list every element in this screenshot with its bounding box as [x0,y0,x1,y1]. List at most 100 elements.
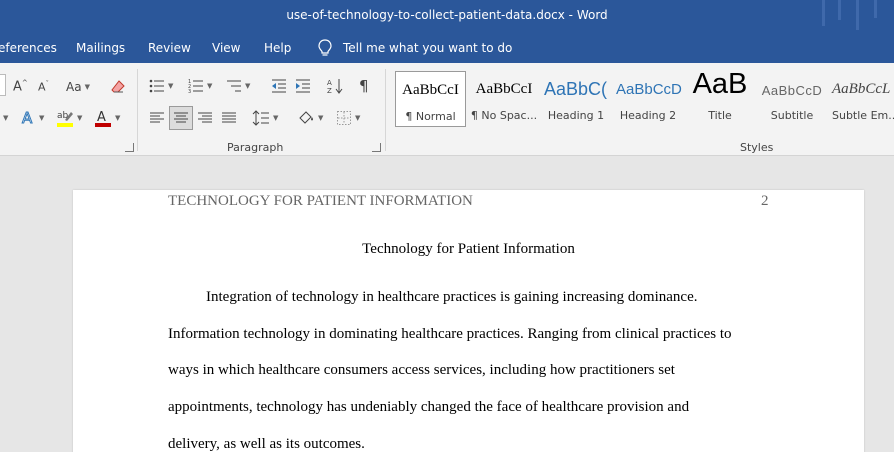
style-sample: AaBbCcL [832,81,891,97]
svg-text:3: 3 [188,89,191,94]
chevron-down-icon: ▼ [115,114,121,122]
style-sample: AaB [692,71,748,100]
tab-review[interactable]: Review [148,41,191,55]
shading-button[interactable]: ▼ [297,107,323,129]
style-name: ¶ Normal [405,110,456,123]
style-sample: AaBbCcD [616,81,682,98]
text-effects-button[interactable]: ▼ [0,107,8,129]
sort-az-icon: AZ [327,79,343,95]
align-center-button[interactable] [169,106,193,130]
running-header: TECHNOLOGY FOR PATIENT INFORMATION [168,193,473,209]
svg-text:A: A [327,79,332,87]
increase-indent-button[interactable] [295,75,311,97]
style-subtle-emphasis[interactable]: AaBbCcL Subtle Em... [829,71,894,127]
style-subtitle[interactable]: AaBbCcD Subtitle [757,71,827,127]
tell-me-label: Tell me what you want to do [343,41,513,55]
titlebar-pattern [874,0,877,18]
style-name: Title [708,109,732,122]
line-spacing-button[interactable]: ▼ [252,107,278,129]
lightbulb-icon [318,39,332,56]
multilevel-list-icon [227,80,241,92]
borders-button[interactable]: ▼ [336,107,360,129]
tab-help[interactable]: Help [264,41,291,55]
decrease-indent-button[interactable] [271,75,287,97]
justify-button[interactable] [221,107,237,129]
align-right-button[interactable] [197,107,213,129]
shrink-font-icon: Aˇ [38,80,50,94]
text-effects-dropdown[interactable]: A ▼ [20,107,45,129]
style-sample: AaBbCcI [475,81,533,97]
titlebar-pattern [822,0,825,26]
change-case-button[interactable]: Aa ▼ [66,76,90,98]
document-page[interactable]: TECHNOLOGY FOR PATIENT INFORMATION 2 Tec… [73,190,864,452]
font-color-icon: A [95,110,111,127]
tab-view[interactable]: View [212,41,240,55]
page-number: 2 [761,193,769,209]
paint-bucket-icon [299,111,313,124]
group-separator [385,69,386,151]
line-spacing-icon [252,110,269,126]
chevron-down-icon: ▼ [168,82,174,90]
paragraph-line: ways in which healthcare consumers acces… [168,362,675,378]
numbering-button[interactable]: 123 ▼ [188,75,212,97]
font-size-dropdown[interactable] [0,74,6,96]
paragraph-line: delivery, as well as its outcomes. [168,436,365,452]
chevron-down-icon: ▼ [318,114,324,122]
highlight-color-button[interactable]: ab ▼ [56,107,82,129]
chevron-down-icon: ▼ [355,114,361,122]
style-normal[interactable]: AaBbCcI ¶ Normal [395,71,466,127]
window-title: use-of-technology-to-collect-patient-dat… [286,8,608,22]
chevron-down-icon: ▼ [273,114,279,122]
align-right-icon [198,112,212,123]
chevron-down-icon: ▼ [207,82,213,90]
styles-gallery: AaBbCcI ¶ Normal AaBbCcI ¶ No Spac... Aa… [395,71,894,127]
font-color-button[interactable]: A ▼ [94,107,120,129]
eraser-icon [111,80,125,93]
tab-mailings[interactable]: Mailings [76,41,125,55]
chevron-down-icon: ▼ [84,83,90,91]
show-formatting-button[interactable]: ¶ [359,75,369,97]
svg-text:Z: Z [327,87,332,95]
style-name: Subtle Em... [832,109,894,122]
ribbon-tabs: eferences Mailings Review View Help Tell… [0,33,894,63]
style-heading-2[interactable]: AaBbCcD Heading 2 [613,71,683,127]
paragraph-group-label: Paragraph [227,141,284,154]
titlebar-pattern [856,0,859,30]
text-effects-icon: A [22,109,34,127]
style-name: Heading 1 [547,109,605,122]
style-no-spacing[interactable]: AaBbCcI ¶ No Spac... [469,71,539,127]
numbered-list-icon: 123 [188,79,203,94]
borders-icon [337,111,351,125]
font-dialog-launcher[interactable] [125,143,134,152]
decrease-indent-icon [272,79,286,93]
clear-formatting-button[interactable] [110,76,126,98]
justify-icon [222,112,236,123]
grow-font-icon: A^ [13,79,28,95]
align-left-button[interactable] [149,107,165,129]
chevron-down-icon: ▼ [245,82,251,90]
increase-indent-icon [296,79,310,93]
chevron-down-icon: ▼ [39,114,45,122]
align-center-icon [174,112,188,123]
change-case-label: Aa [66,80,82,94]
ribbon: A^ Aˇ Aa ▼ ▼ A ▼ ab ▼ A ▼ ▼ 1 2 3 ▼ ▼ A … [0,63,894,156]
multilevel-list-button[interactable]: ▼ [226,75,250,97]
tab-references[interactable]: eferences [0,41,57,55]
title-bar: use-of-technology-to-collect-patient-dat… [0,0,894,33]
styles-group-label: Styles [740,141,774,154]
shrink-font-button[interactable]: Aˇ [38,76,49,98]
style-sample: AaBbC( [544,79,608,99]
grow-font-button[interactable]: A^ [13,76,28,98]
style-heading-1[interactable]: AaBbC( Heading 1 [541,71,611,127]
chevron-down-icon: ▼ [77,114,83,122]
svg-text:A: A [22,109,33,127]
paragraph-dialog-launcher[interactable] [372,143,381,152]
align-left-icon [150,112,164,123]
sort-button[interactable]: AZ [327,75,343,97]
bullets-button[interactable]: ▼ [149,75,173,97]
style-name: Heading 2 [619,109,677,122]
tell-me-box[interactable]: Tell me what you want to do [317,39,512,57]
paragraph-line: Information technology in dominating hea… [168,326,732,342]
style-sample: AaBbCcI [402,82,459,98]
style-title[interactable]: AaB Title [685,71,755,127]
